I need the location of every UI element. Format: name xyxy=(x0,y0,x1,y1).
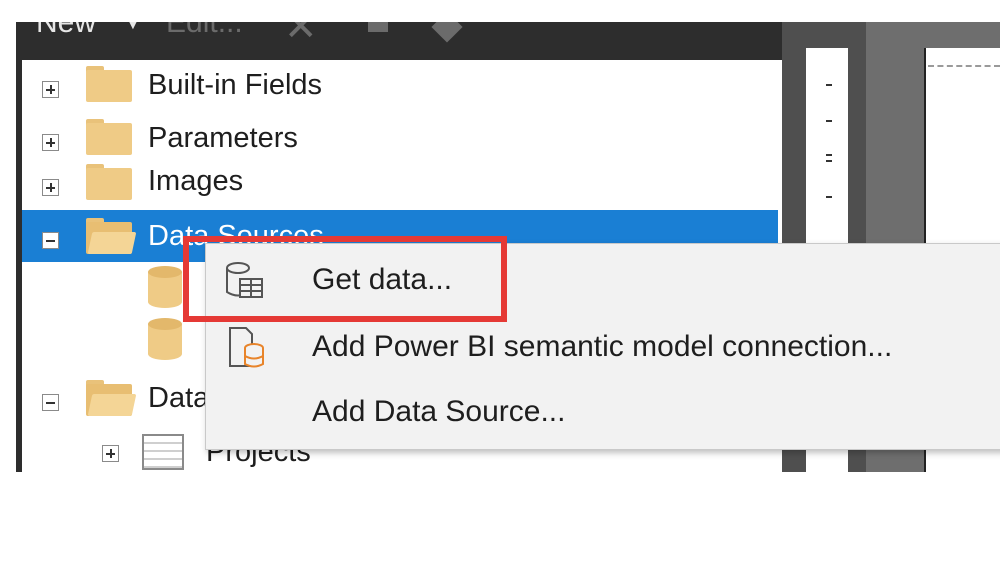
collapse-minus-icon[interactable] xyxy=(42,394,59,411)
menu-item-label: Add Data Source... xyxy=(312,395,566,428)
expand-plus-icon[interactable] xyxy=(42,179,59,196)
menu-item-get-data[interactable]: Get data... xyxy=(206,249,1000,313)
menu-item-label: Get data... xyxy=(312,263,453,296)
tag-icon[interactable] xyxy=(431,22,463,43)
trash-icon[interactable] xyxy=(368,22,388,32)
report-data-toolbar: New ▼ Edit... ✕ xyxy=(16,22,782,60)
tree-item-built-in-fields[interactable]: Built-in Fields xyxy=(22,62,778,110)
folder-icon xyxy=(86,119,132,155)
folder-open-icon xyxy=(86,218,137,254)
tree-item-images[interactable]: Images xyxy=(22,160,778,208)
get-data-icon xyxy=(226,262,263,298)
tree-item-label: Images xyxy=(148,165,244,197)
folder-open-icon xyxy=(86,380,137,416)
menu-item-add-data-source[interactable]: Add Data Source... xyxy=(206,381,1000,445)
menu-item-label: Add Power BI semantic model connection..… xyxy=(312,330,893,363)
edit-button[interactable]: Edit... xyxy=(166,22,243,40)
database-icon xyxy=(148,266,182,310)
tree-item-label: Built-in Fields xyxy=(148,69,323,101)
expand-plus-icon[interactable] xyxy=(42,81,59,98)
menu-item-add-semantic-model[interactable]: Add Power BI semantic model connection..… xyxy=(206,316,1000,380)
new-button[interactable]: New xyxy=(36,22,96,40)
semantic-model-icon xyxy=(229,327,264,368)
tree-item-label: Data xyxy=(148,382,210,414)
expand-plus-icon[interactable] xyxy=(102,445,119,462)
collapse-minus-icon[interactable] xyxy=(42,232,59,249)
page-margin-guide xyxy=(928,65,1000,67)
chevron-down-icon[interactable]: ▼ xyxy=(126,22,140,32)
expand-plus-icon[interactable] xyxy=(42,134,59,151)
database-icon xyxy=(148,318,182,362)
folder-icon xyxy=(86,164,132,200)
report-builder-window: New ▼ Edit... ✕ Built-in Fields Paramete… xyxy=(0,0,1000,472)
dataset-icon xyxy=(142,434,184,470)
folder-icon xyxy=(86,66,132,102)
delete-icon[interactable]: ✕ xyxy=(284,22,318,50)
tree-item-label: Parameters xyxy=(148,122,298,154)
context-menu: Get data... Add Power BI semantic model … xyxy=(205,243,1000,450)
tree-item-parameters[interactable]: Parameters xyxy=(22,115,778,163)
